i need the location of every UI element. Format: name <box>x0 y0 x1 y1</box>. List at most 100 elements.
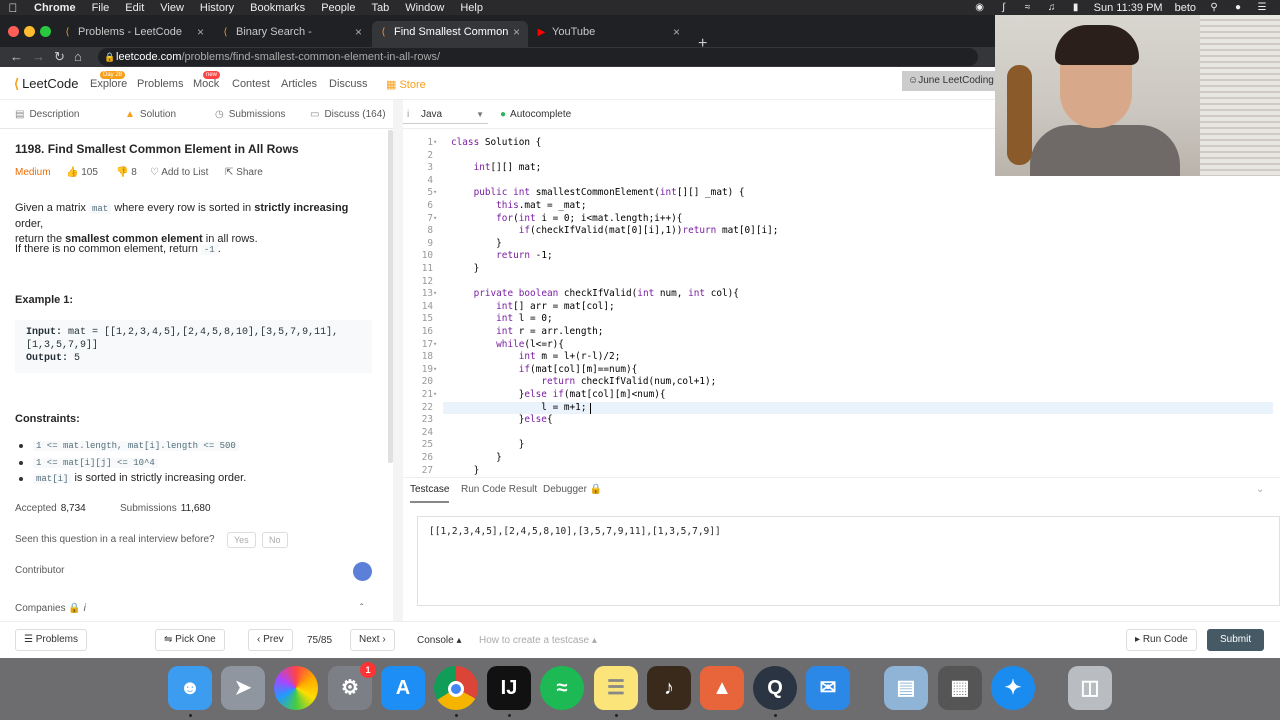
submit-button[interactable]: Submit <box>1207 629 1265 651</box>
bluetooth-icon[interactable]: ∫ <box>998 2 1010 13</box>
yes-button[interactable]: Yes <box>227 532 256 548</box>
fold-toggle-icon[interactable]: ▾ <box>433 214 441 222</box>
code-line[interactable]: return checkIfValid(num,col+1); <box>451 376 716 387</box>
launchpad-icon[interactable]: ➤ <box>221 666 265 710</box>
wifi-icon[interactable]: ≈ <box>1022 2 1034 13</box>
reload-button[interactable]: ↻ <box>54 49 65 65</box>
code-line[interactable]: public int smallestCommonElement(int[][]… <box>451 187 745 198</box>
home-icon[interactable]: ⌂ <box>74 49 82 64</box>
code-line[interactable]: while(l<=r){ <box>451 339 564 350</box>
record-icon[interactable]: ◉ <box>974 2 986 13</box>
menu-user[interactable]: beto <box>1175 2 1196 14</box>
chevron-up-icon[interactable]: ˆ <box>360 603 363 614</box>
forward-button[interactable]: → <box>32 49 45 64</box>
code-line[interactable]: } <box>451 263 480 274</box>
trash-icon[interactable]: ◫ <box>1068 666 1112 710</box>
mail-icon[interactable]: ✉ <box>806 666 850 710</box>
menu-bookmarks[interactable]: Bookmarks <box>242 2 313 14</box>
menu-people[interactable]: People <box>313 2 363 14</box>
dislike-button[interactable]: 👎 8 <box>116 167 137 178</box>
tab-run-result[interactable]: Run Code Result <box>461 484 537 495</box>
menu-help[interactable]: Help <box>452 2 491 14</box>
code-line[interactable]: int[] arr = mat[col]; <box>451 301 615 312</box>
code-line[interactable]: if(checkIfValid(mat[0][i],1))return mat[… <box>451 225 779 236</box>
prev-button[interactable]: ‹ Prev <box>248 629 293 651</box>
autocomplete-toggle[interactable]: ● Autocomplete <box>500 109 571 120</box>
share-button[interactable]: ⇱ Share <box>225 167 263 178</box>
siri-icon[interactable]: ● <box>1232 2 1244 13</box>
nav-mock[interactable]: new Mock <box>193 71 221 90</box>
problems-button[interactable]: ☰ Problems <box>15 629 87 651</box>
code-line[interactable]: } <box>451 465 480 476</box>
no-button[interactable]: No <box>262 532 288 548</box>
tab-problems[interactable]: ⟨ Problems - LeetCode × <box>56 21 212 47</box>
tab-youtube[interactable]: ▶ YouTube × <box>530 21 688 47</box>
nav-store[interactable]: ▦ Store <box>386 78 426 91</box>
language-select[interactable]: i Java ▼ <box>403 105 488 124</box>
code-line[interactable]: } <box>451 238 502 249</box>
companies-section[interactable]: Companies 🔒 i <box>15 603 86 614</box>
safari-icon[interactable]: ✦ <box>991 666 1035 710</box>
fold-toggle-icon[interactable]: ▾ <box>433 188 441 196</box>
finder-icon[interactable]: ☻ <box>168 666 212 710</box>
fold-toggle-icon[interactable]: ▾ <box>433 390 441 398</box>
tab-testcase[interactable]: Testcase <box>410 484 450 503</box>
code-line[interactable]: }else{ <box>451 414 553 425</box>
code-line[interactable]: private boolean checkIfValid(int num, in… <box>451 288 739 299</box>
menu-window[interactable]: Window <box>397 2 452 14</box>
notes-icon[interactable]: ☰ <box>594 666 638 710</box>
code-line[interactable]: if(mat[col][m]==num){ <box>451 364 638 375</box>
calculator-icon[interactable]: ▦ <box>938 666 982 710</box>
menu-tab[interactable]: Tab <box>363 2 397 14</box>
maximize-window-button[interactable] <box>40 26 51 37</box>
code-line[interactable]: } <box>451 452 502 463</box>
leetcode-logo[interactable]: ⟨ LeetCode <box>14 76 78 92</box>
nav-problems[interactable]: Problems <box>137 78 183 90</box>
code-line[interactable]: int m = l+(r-l)/2; <box>451 351 621 362</box>
close-tab-icon[interactable]: × <box>673 21 680 43</box>
chevron-down-icon[interactable]: ⌄ <box>1256 484 1264 495</box>
code-line[interactable]: class Solution { <box>451 137 541 148</box>
code-line[interactable]: this.mat = _mat; <box>451 200 586 211</box>
close-tab-icon[interactable]: × <box>355 21 362 43</box>
fold-toggle-icon[interactable]: ▾ <box>433 138 441 146</box>
promo-banner[interactable]: ☺June LeetCoding <box>902 71 1000 91</box>
fold-toggle-icon[interactable]: ▾ <box>433 340 441 348</box>
close-window-button[interactable] <box>8 26 19 37</box>
code-line[interactable]: int l = 0; <box>451 313 552 324</box>
code-line[interactable]: }else if(mat[col][m]<num){ <box>451 389 666 400</box>
search-icon[interactable]: ⚲ <box>1208 2 1220 13</box>
app-store-icon[interactable]: A <box>381 666 425 710</box>
menu-app-name[interactable]: Chrome <box>26 2 84 14</box>
next-button[interactable]: Next › <box>350 629 395 651</box>
testcase-input[interactable]: [[1,2,3,4,5],[2,4,5,8,10],[3,5,7,9,11],[… <box>417 516 1280 606</box>
quicktime-icon[interactable]: Q <box>753 666 797 710</box>
menu-view[interactable]: View <box>152 2 192 14</box>
nav-articles[interactable]: Articles <box>281 78 317 90</box>
nav-discuss[interactable]: Discuss <box>329 78 368 90</box>
list-icon[interactable]: ☰ <box>1256 2 1268 13</box>
clock[interactable]: Sun 11:39 PM <box>1094 2 1163 14</box>
code-line[interactable]: } <box>451 439 525 450</box>
nav-explore[interactable]: Day 28 Explore <box>90 71 127 90</box>
menu-edit[interactable]: Edit <box>117 2 152 14</box>
fold-toggle-icon[interactable]: ▾ <box>433 289 441 297</box>
minimize-window-button[interactable] <box>24 26 35 37</box>
close-tab-icon[interactable]: × <box>513 21 520 43</box>
panel-splitter[interactable] <box>393 100 403 658</box>
tab-description[interactable]: ▤ Description <box>15 109 79 120</box>
system-preferences-icon[interactable]: ⚙ 1 <box>328 662 376 710</box>
code-line[interactable]: for(int i = 0; i<mat.length;i++){ <box>451 213 682 224</box>
tab-binary-search[interactable]: ⟨ Binary Search - LeetCode × <box>214 21 370 60</box>
tab-debugger[interactable]: Debugger 🔒 <box>543 484 602 495</box>
apple-icon[interactable]:  <box>0 1 26 15</box>
tab-solution[interactable]: ▲ Solution <box>125 109 176 120</box>
photos-icon[interactable] <box>274 666 318 710</box>
like-button[interactable]: 👍 105 <box>66 167 98 178</box>
tab-submissions[interactable]: ◷ Submissions <box>215 109 285 120</box>
add-to-list-button[interactable]: ♡ Add to List <box>150 167 208 178</box>
volume-icon[interactable]: ♫ <box>1046 2 1058 13</box>
tab-find-smallest[interactable]: ⟨ Find Smallest Common Elemen × <box>372 21 528 60</box>
fold-toggle-icon[interactable]: ▾ <box>433 365 441 373</box>
run-code-button[interactable]: ▸ Run Code <box>1126 629 1197 651</box>
